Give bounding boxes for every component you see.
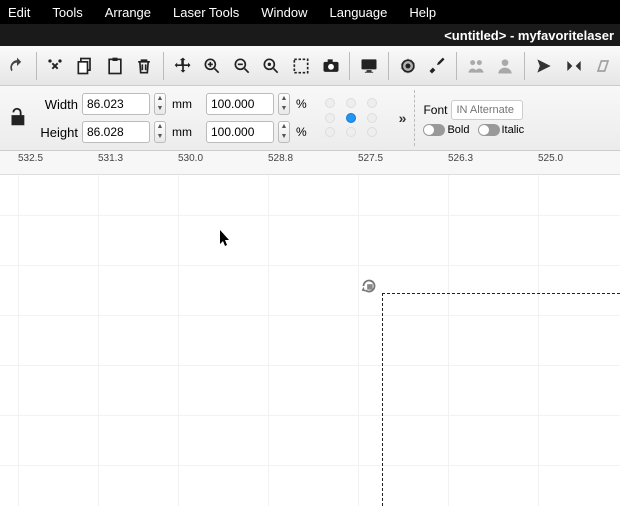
- unit-label: mm: [172, 125, 192, 139]
- width-label: Width: [36, 97, 78, 112]
- separator: [349, 52, 350, 80]
- menu-tools[interactable]: Tools: [52, 5, 82, 20]
- menu-laser-tools[interactable]: Laser Tools: [173, 5, 239, 20]
- preview-button[interactable]: [355, 52, 383, 80]
- marquee-button[interactable]: [287, 52, 315, 80]
- paste-button[interactable]: [101, 52, 129, 80]
- move-tool[interactable]: [169, 52, 197, 80]
- menu-arrange[interactable]: Arrange: [105, 5, 151, 20]
- selection-edge-top: [382, 293, 620, 294]
- user-button[interactable]: [492, 52, 520, 80]
- font-panel: Font Bold Italic: [414, 90, 524, 146]
- zoom-in-button[interactable]: [198, 52, 226, 80]
- settings-button[interactable]: [394, 52, 422, 80]
- separator: [524, 52, 525, 80]
- font-select[interactable]: [451, 100, 523, 120]
- separator: [163, 52, 164, 80]
- ruler-tick: 525.0: [538, 153, 563, 164]
- menu-window[interactable]: Window: [261, 5, 307, 20]
- main-toolbar: [0, 46, 620, 86]
- separator: [456, 52, 457, 80]
- percent-label: %: [296, 97, 307, 111]
- zoom-out-button[interactable]: [228, 52, 256, 80]
- ruler-tick: 528.8: [268, 153, 293, 164]
- zoom-fit-button[interactable]: [258, 52, 286, 80]
- cut-button[interactable]: [42, 52, 70, 80]
- separator: [36, 52, 37, 80]
- selection-edge-left: [382, 293, 383, 506]
- menu-edit[interactable]: Edit: [8, 5, 30, 20]
- grid: [0, 175, 620, 506]
- height-scale-input[interactable]: [206, 121, 274, 143]
- horizontal-ruler: 532.5 531.3 530.0 528.8 527.5 526.3 525.0: [0, 151, 620, 175]
- percent-label: %: [296, 125, 307, 139]
- height-stepper[interactable]: ▲▼: [154, 121, 166, 143]
- ruler-tick: 530.0: [178, 153, 203, 164]
- anchor-grid[interactable]: [325, 98, 385, 138]
- menu-language[interactable]: Language: [330, 5, 388, 20]
- menu-bar: Edit Tools Arrange Laser Tools Window La…: [0, 0, 620, 24]
- bold-toggle[interactable]: Bold: [423, 124, 469, 136]
- width-stepper[interactable]: ▲▼: [154, 93, 166, 115]
- dimensions-panel: Width ▲▼ mm ▲▼ % Height ▲▼ mm ▲▼ %: [36, 93, 307, 143]
- anchor-center[interactable]: [346, 113, 356, 123]
- send-to-laser-button[interactable]: [530, 52, 558, 80]
- menu-help[interactable]: Help: [409, 5, 436, 20]
- lock-icon[interactable]: [6, 106, 30, 131]
- width-scale-input[interactable]: [206, 93, 274, 115]
- canvas[interactable]: [0, 175, 620, 506]
- height-scale-stepper[interactable]: ▲▼: [278, 121, 290, 143]
- ruler-tick: 532.5: [18, 153, 43, 164]
- delete-button[interactable]: [130, 52, 158, 80]
- width-input[interactable]: [82, 93, 150, 115]
- skew-button[interactable]: [589, 52, 617, 80]
- redo-button[interactable]: [3, 52, 31, 80]
- properties-bar: Width ▲▼ mm ▲▼ % Height ▲▼ mm ▲▼ % » Fon…: [0, 86, 620, 151]
- unit-label: mm: [172, 97, 192, 111]
- mirror-button[interactable]: [560, 52, 588, 80]
- italic-toggle[interactable]: Italic: [478, 124, 525, 136]
- window-title: <untitled> - myfavoritelaser: [444, 28, 614, 43]
- expand-icon[interactable]: »: [399, 110, 407, 126]
- height-input[interactable]: [82, 121, 150, 143]
- font-label: Font: [423, 103, 447, 117]
- ruler-tick: 531.3: [98, 153, 123, 164]
- tools-button[interactable]: [423, 52, 451, 80]
- ruler-tick: 526.3: [448, 153, 473, 164]
- width-scale-stepper[interactable]: ▲▼: [278, 93, 290, 115]
- separator: [388, 52, 389, 80]
- cursor-icon: [219, 229, 233, 251]
- window-title-bar: <untitled> - myfavoritelaser: [0, 24, 620, 46]
- ruler-tick: 527.5: [358, 153, 383, 164]
- group-button[interactable]: [462, 52, 490, 80]
- camera-button[interactable]: [317, 52, 345, 80]
- rotation-handle-icon[interactable]: [358, 275, 380, 300]
- height-label: Height: [36, 125, 78, 140]
- copy-button[interactable]: [71, 52, 99, 80]
